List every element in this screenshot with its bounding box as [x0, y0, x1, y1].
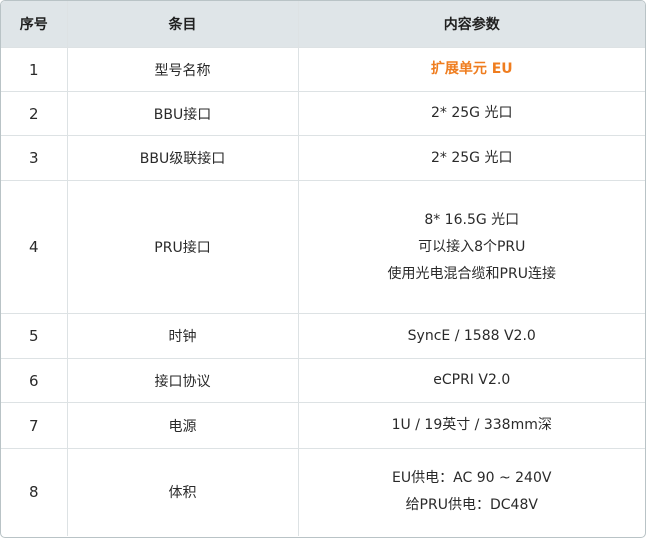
row-value: 2* 25G 光口 — [297, 91, 645, 136]
table-row: 3 BBU级联接口 2* 25G 光口 — [1, 135, 645, 181]
model-name-value: 扩展单元 EU — [430, 61, 513, 77]
table-row: 8 体积 EU供电：AC 90 ~ 240V 给PRU供电：DC48V — [1, 448, 645, 536]
header-params: 内容参数 — [297, 1, 645, 48]
value-line: eCPRI V2.0 — [433, 372, 511, 388]
value-line: 2* 25G 光口 — [431, 149, 513, 166]
row-item: 电源 — [66, 402, 298, 449]
row-item: 体积 — [66, 448, 298, 536]
row-value: EU供电：AC 90 ~ 240V 给PRU供电：DC48V — [297, 448, 645, 536]
table-row: 1 型号名称 扩展单元 EU — [1, 47, 645, 92]
row-index: 1 — [1, 47, 67, 92]
header-index: 序号 — [1, 1, 67, 48]
row-index: 5 — [1, 313, 67, 359]
table-row: 2 BBU接口 2* 25G 光口 — [1, 91, 645, 136]
value-line: 可以接入8个PRU — [418, 238, 526, 255]
row-value: 8* 16.5G 光口 可以接入8个PRU 使用光电混合缆和PRU连接 — [297, 180, 645, 314]
row-item: PRU接口 — [66, 180, 298, 314]
value-line: 2* 25G 光口 — [431, 105, 513, 121]
row-item: BBU接口 — [66, 91, 298, 136]
row-index: 8 — [1, 448, 67, 536]
value-line: 1U / 19英寸 / 338mm深 — [391, 417, 552, 433]
row-value: eCPRI V2.0 — [297, 358, 645, 403]
spec-table: 序号 条目 内容参数 1 型号名称 扩展单元 EU 2 BBU接口 2* 25G… — [1, 1, 645, 536]
row-index: 2 — [1, 91, 67, 136]
table-header-row: 序号 条目 内容参数 — [1, 1, 645, 48]
row-index: 7 — [1, 402, 67, 449]
row-index: 6 — [1, 358, 67, 403]
row-value: 扩展单元 EU — [297, 47, 645, 92]
value-line: SyncE / 1588 V2.0 — [407, 327, 536, 344]
row-item: 时钟 — [66, 313, 298, 359]
row-value: 1U / 19英寸 / 338mm深 — [297, 402, 645, 449]
spec-table-frame: 序号 条目 内容参数 1 型号名称 扩展单元 EU 2 BBU接口 2* 25G… — [0, 0, 646, 538]
table-row: 6 接口协议 eCPRI V2.0 — [1, 358, 645, 403]
header-item: 条目 — [66, 1, 298, 48]
table-row: 5 时钟 SyncE / 1588 V2.0 — [1, 313, 645, 359]
row-item: 型号名称 — [66, 47, 298, 92]
table-row: 7 电源 1U / 19英寸 / 338mm深 — [1, 402, 645, 449]
value-line: 给PRU供电：DC48V — [405, 497, 538, 514]
row-value: 2* 25G 光口 — [297, 135, 645, 181]
row-index: 4 — [1, 180, 67, 314]
row-index: 3 — [1, 135, 67, 181]
value-line: EU供电：AC 90 ~ 240V — [392, 470, 552, 487]
row-value: SyncE / 1588 V2.0 — [297, 313, 645, 359]
value-line: 使用光电混合缆和PRU连接 — [387, 265, 556, 282]
table-row: 4 PRU接口 8* 16.5G 光口 可以接入8个PRU 使用光电混合缆和PR… — [1, 180, 645, 314]
row-item: BBU级联接口 — [66, 135, 298, 181]
row-item: 接口协议 — [66, 358, 298, 403]
value-line: 8* 16.5G 光口 — [424, 211, 520, 228]
